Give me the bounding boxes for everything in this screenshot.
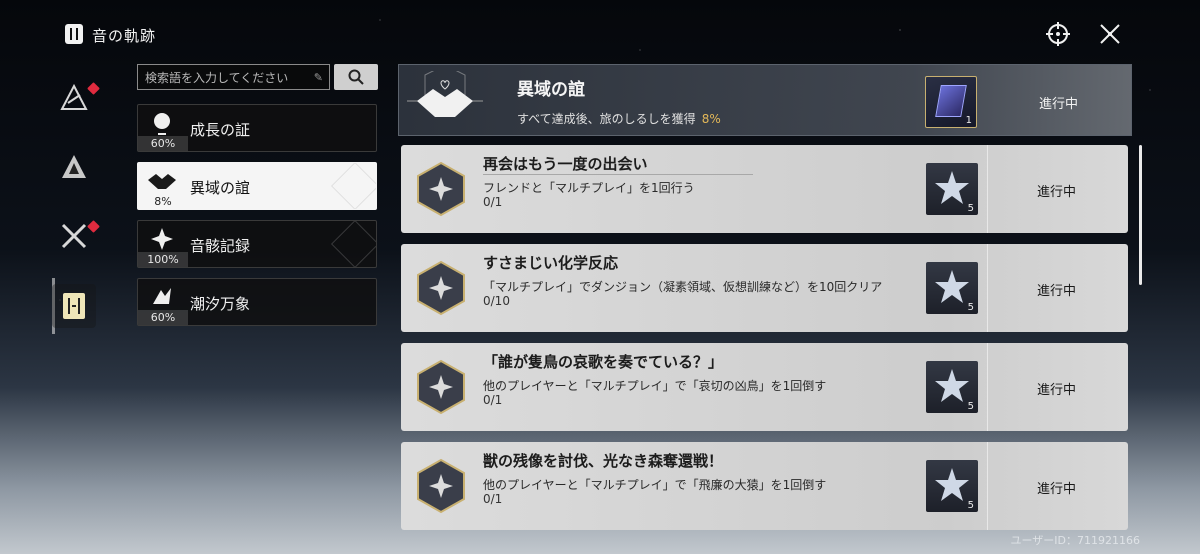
achievement-status: 進行中 <box>1037 482 1077 497</box>
achievement-title: すさまじい化学反応 <box>483 254 619 272</box>
achievement-description: フレンドと「マルチプレイ」を1回行う <box>483 181 695 195</box>
achievement-progress: 0/1 <box>483 195 503 209</box>
handshake-icon <box>407 71 483 117</box>
achievement-row[interactable]: 「誰が隻鳥の哀歌を奏でている？」 他のプレイヤーと「マルチプレイ」で「哀切の凶鳥… <box>401 343 1128 431</box>
banner-title: 異域の誼 <box>517 80 585 100</box>
category-label: 潮汐万象 <box>190 295 251 313</box>
close-icon[interactable] <box>1096 20 1124 48</box>
search-input[interactable]: 検索語を入力してください ✎ <box>137 64 330 90</box>
achievement-status: 進行中 <box>1037 284 1077 299</box>
diamond-decoration <box>330 163 376 209</box>
category-echo-record[interactable]: 音骸記録 100% <box>137 220 377 268</box>
nav-achievement-c[interactable] <box>52 214 100 258</box>
achievement-progress: 0/1 <box>483 492 503 506</box>
achievement-progress: 0/10 <box>483 294 510 308</box>
target-icon[interactable] <box>1044 20 1072 48</box>
notification-dot <box>87 82 100 95</box>
achievement-row[interactable]: すさまじい化学反応 「マルチプレイ」でダンジョン（凝素領域、仮想訓練など）を10… <box>401 244 1128 332</box>
category-banner: 異域の誼 すべて達成後、旅のしるしを獲得 8% 1 進行中 <box>398 64 1132 136</box>
track-icon <box>65 24 83 44</box>
achievement-progress: 0/1 <box>483 393 503 407</box>
achievement-row[interactable]: 再会はもう一度の出会い フレンドと「マルチプレイ」を1回行う 0/1 5 進行中 <box>401 145 1128 233</box>
category-foreign-bond[interactable]: 異域の誼 8% <box>137 162 377 210</box>
banner-description: すべて達成後、旅のしるしを獲得 8% <box>517 112 721 126</box>
achievement-status: 進行中 <box>1037 185 1077 200</box>
achievement-row[interactable]: 獣の残像を討伐、光なき森奪還戦！ 他のプレイヤーと「マルチプレイ」で「飛廉の大猿… <box>401 442 1128 530</box>
user-id: ユーザーID：711921166 <box>1010 534 1140 547</box>
crossed-blades-icon <box>61 223 87 249</box>
nav-achievement-a[interactable] <box>52 76 100 120</box>
divider <box>987 244 988 332</box>
divider <box>987 145 988 233</box>
category-percent: 8% <box>138 194 188 209</box>
category-percent: 100% <box>138 252 188 267</box>
category-growth[interactable]: 成長の証 60% <box>137 104 377 152</box>
notification-dot <box>87 220 100 233</box>
achievement-status: 進行中 <box>1037 383 1077 398</box>
nav-achievement-b[interactable] <box>52 145 96 189</box>
crystal-icon <box>935 85 967 117</box>
category-label: 成長の証 <box>190 121 251 139</box>
achievement-title: 再会はもう一度の出会い <box>483 155 648 173</box>
category-percent: 60% <box>138 310 188 325</box>
hexagon-star-icon <box>417 359 465 415</box>
mountain-icon <box>62 155 86 178</box>
flower-icon <box>146 225 178 253</box>
reward-count: 5 <box>967 302 974 313</box>
search-button[interactable] <box>334 64 378 90</box>
reward-count: 5 <box>967 500 974 511</box>
achievement-reward[interactable]: 5 <box>926 361 978 413</box>
reward-count: 5 <box>967 203 974 214</box>
title-underline <box>483 174 753 175</box>
reward-count: 1 <box>965 115 972 126</box>
figure-icon <box>146 283 178 311</box>
achievement-title: 「誰が隻鳥の哀歌を奏でている？」 <box>483 353 724 371</box>
nav-track[interactable] <box>52 284 96 328</box>
banner-status: 進行中 <box>1039 97 1079 112</box>
achievement-title: 獣の残像を討伐、光なき森奪還戦！ <box>483 452 724 470</box>
hexagon-star-icon <box>417 260 465 316</box>
hexagon-star-icon <box>417 161 465 217</box>
edit-icon: ✎ <box>313 71 323 84</box>
divider <box>987 343 988 431</box>
category-label: 音骸記録 <box>190 237 251 255</box>
achievement-description: 他のプレイヤーと「マルチプレイ」で「哀切の凶鳥」を1回倒す <box>483 379 827 393</box>
banner-reward[interactable]: 1 <box>925 76 977 128</box>
achievement-reward[interactable]: 5 <box>926 163 978 215</box>
divider <box>987 442 988 530</box>
category-tides[interactable]: 潮汐万象 60% <box>137 278 377 326</box>
growth-icon <box>146 109 178 137</box>
category-percent: 60% <box>138 136 188 151</box>
search-placeholder: 検索語を入力してください <box>145 70 289 85</box>
track-book-icon <box>63 293 85 319</box>
achievement-description: 他のプレイヤーと「マルチプレイ」で「飛廉の大猿」を1回倒す <box>483 478 827 492</box>
triangle-star-icon <box>60 83 88 110</box>
achievement-reward[interactable]: 5 <box>926 262 978 314</box>
search-icon <box>348 69 364 85</box>
reward-count: 5 <box>967 401 974 412</box>
banner-percent: 8% <box>701 112 721 126</box>
diamond-decoration <box>330 221 376 267</box>
page-title: 音の軌跡 <box>92 27 157 45</box>
handshake-icon <box>146 167 178 195</box>
category-label: 異域の誼 <box>190 179 251 197</box>
achievement-description: 「マルチプレイ」でダンジョン（凝素領域、仮想訓練など）を10回クリア <box>483 280 883 294</box>
achievement-reward[interactable]: 5 <box>926 460 978 512</box>
scrollbar[interactable] <box>1139 145 1142 285</box>
hexagon-star-icon <box>417 458 465 514</box>
